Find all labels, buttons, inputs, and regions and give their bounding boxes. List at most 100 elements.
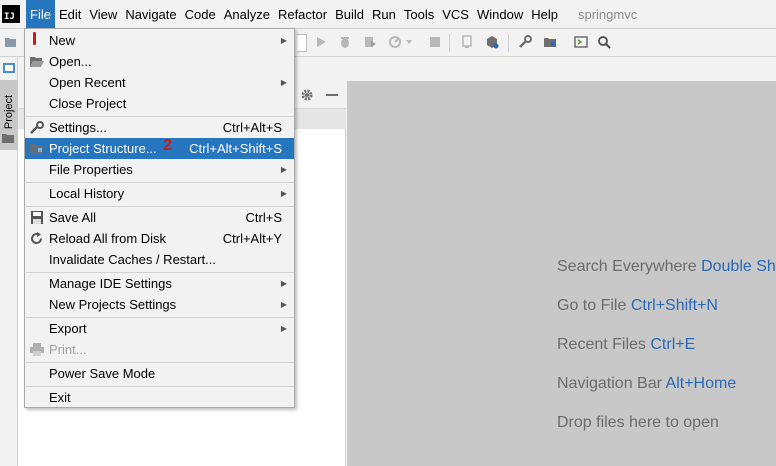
menu-code[interactable]: Code [181, 0, 220, 29]
open-folder-icon[interactable] [4, 35, 18, 49]
menu-item-label: File Properties [49, 162, 133, 177]
hint-go-to-file: Go to File Ctrl+Shift+N [557, 297, 718, 315]
submenu-arrow-icon: ▶ [280, 165, 287, 174]
menu-file[interactable]: File [26, 0, 55, 29]
wrench-icon [30, 121, 44, 134]
menu-item-label: Export [49, 321, 87, 336]
menu-item-file-properties[interactable]: File Properties ▶ [25, 159, 294, 180]
menu-item-label: New Projects Settings [49, 297, 177, 312]
menu-item-shortcut: Ctrl+Alt+S [222, 120, 282, 135]
menu-item-close-project[interactable]: Close Project [25, 93, 294, 114]
project-tab-label[interactable]: Project [3, 84, 15, 140]
annotation-mark-1 [33, 32, 36, 45]
terminal-window-icon[interactable] [574, 35, 588, 49]
menu-item-reload-all[interactable]: Reload All from Disk Ctrl+Alt+Y [25, 228, 294, 249]
menu-item-new[interactable]: New ▶ [25, 30, 294, 51]
save-icon [31, 211, 43, 224]
hint-label: Recent Files [557, 336, 646, 353]
hint-label: Navigation Bar [557, 375, 662, 392]
menu-item-shortcut: Ctrl+Alt+Shift+S [189, 141, 282, 156]
attach-icon[interactable] [460, 35, 474, 49]
menu-item-project-structure[interactable]: Project Structure... Ctrl+Alt+Shift+S [25, 138, 294, 159]
menu-item-invalidate-caches[interactable]: Invalidate Caches / Restart... [25, 249, 294, 270]
menu-item-label: Save All [49, 210, 96, 225]
logo-text: IJ [4, 12, 15, 22]
chevron-down-icon[interactable] [406, 40, 412, 44]
menu-refactor[interactable]: Refactor [274, 0, 331, 29]
run-icon[interactable] [314, 35, 328, 49]
menu-item-label: Open Recent [49, 75, 126, 90]
file-menu-dropdown: New ▶ Open... Open Recent ▶ Close Projec… [24, 28, 295, 408]
gear-icon[interactable] [300, 88, 314, 102]
menu-item-label: Reload All from Disk [49, 231, 167, 246]
hint-recent-files: Recent Files Ctrl+E [557, 336, 695, 354]
debug-icon[interactable] [338, 35, 352, 49]
hint-label: Search Everywhere [557, 258, 697, 275]
menu-item-local-history[interactable]: Local History ▶ [25, 183, 294, 204]
wrench-icon[interactable] [518, 35, 532, 49]
hint-shortcut: Double Sh [701, 258, 776, 275]
coverage-icon[interactable] [363, 35, 377, 49]
menu-item-exit[interactable]: Exit [25, 387, 294, 408]
menu-build[interactable]: Build [331, 0, 368, 29]
profile-icon[interactable] [388, 35, 402, 49]
submenu-arrow-icon: ▶ [280, 78, 287, 87]
menu-item-label: Print... [49, 342, 87, 357]
hint-shortcut: Alt+Home [665, 375, 737, 392]
submenu-arrow-icon: ▶ [280, 324, 287, 333]
menu-run[interactable]: Run [368, 0, 400, 29]
menu-item-export[interactable]: Export ▶ [25, 318, 294, 339]
search-icon[interactable] [597, 35, 611, 49]
submenu-arrow-icon: ▶ [280, 300, 287, 309]
menu-tools[interactable]: Tools [400, 0, 438, 29]
menu-item-open[interactable]: Open... [25, 51, 294, 72]
menu-edit[interactable]: Edit [55, 0, 85, 29]
menu-item-label: Project Structure... [49, 141, 157, 156]
structure-panel-icon[interactable] [3, 62, 15, 74]
menu-item-shortcut: Ctrl+Alt+Y [222, 231, 282, 246]
menu-item-new-projects-settings[interactable]: New Projects Settings ▶ [25, 294, 294, 315]
menu-item-print[interactable]: Print... [25, 339, 294, 360]
menu-analyze[interactable]: Analyze [220, 0, 274, 29]
menu-item-label: Invalidate Caches / Restart... [49, 252, 216, 267]
annotation-mark-2: 2 [163, 137, 172, 154]
menu-bar: IJ File Edit View Navigate Code Analyze … [0, 0, 776, 29]
hint-label: Go to File [557, 297, 627, 314]
hint-search-everywhere: Search Everywhere Double Sh [557, 258, 776, 276]
toolbar-separator [508, 34, 509, 52]
menu-navigate[interactable]: Navigate [121, 0, 180, 29]
hint-shortcut: Ctrl+Shift+N [630, 297, 718, 314]
menu-item-label: Manage IDE Settings [49, 276, 172, 291]
menu-item-label: New [49, 33, 76, 48]
menu-vcs[interactable]: VCS [438, 0, 473, 29]
menu-window[interactable]: Window [473, 0, 527, 29]
menu-view[interactable]: View [85, 0, 121, 29]
hint-navigation-bar: Navigation Bar Alt+Home [557, 375, 736, 393]
menu-item-power-save-mode[interactable]: Power Save Mode [25, 363, 294, 384]
project-structure-icon[interactable] [543, 35, 557, 49]
stop-icon[interactable] [428, 35, 442, 49]
menu-item-label: Open... [49, 54, 92, 69]
menu-item-label: Exit [49, 390, 71, 405]
menu-item-manage-ide-settings[interactable]: Manage IDE Settings ▶ [25, 273, 294, 294]
hide-panel-icon[interactable] [326, 94, 338, 96]
menu-item-save-all[interactable]: Save All Ctrl+S [25, 207, 294, 228]
build-artifacts-icon[interactable] [485, 35, 499, 49]
hint-shortcut: Ctrl+E [650, 336, 696, 353]
run-config-selector-edge[interactable] [297, 34, 307, 52]
hint-drop-files: Drop files here to open [557, 414, 719, 431]
submenu-arrow-icon: ▶ [280, 279, 287, 288]
project-title: springmvc [577, 6, 638, 22]
submenu-arrow-icon: ▶ [280, 189, 287, 198]
menu-item-shortcut: Ctrl+S [245, 210, 282, 225]
printer-icon [30, 343, 44, 356]
menu-item-label: Settings... [49, 120, 107, 135]
menu-item-open-recent[interactable]: Open Recent ▶ [25, 72, 294, 93]
menu-item-label: Power Save Mode [49, 366, 156, 381]
toolbar-separator [449, 34, 450, 52]
folder-icon [2, 134, 14, 143]
menu-help[interactable]: Help [527, 0, 562, 29]
menu-item-settings[interactable]: Settings... Ctrl+Alt+S [25, 117, 294, 138]
open-folder-icon [30, 57, 44, 67]
menu-item-label: Close Project [49, 96, 127, 111]
